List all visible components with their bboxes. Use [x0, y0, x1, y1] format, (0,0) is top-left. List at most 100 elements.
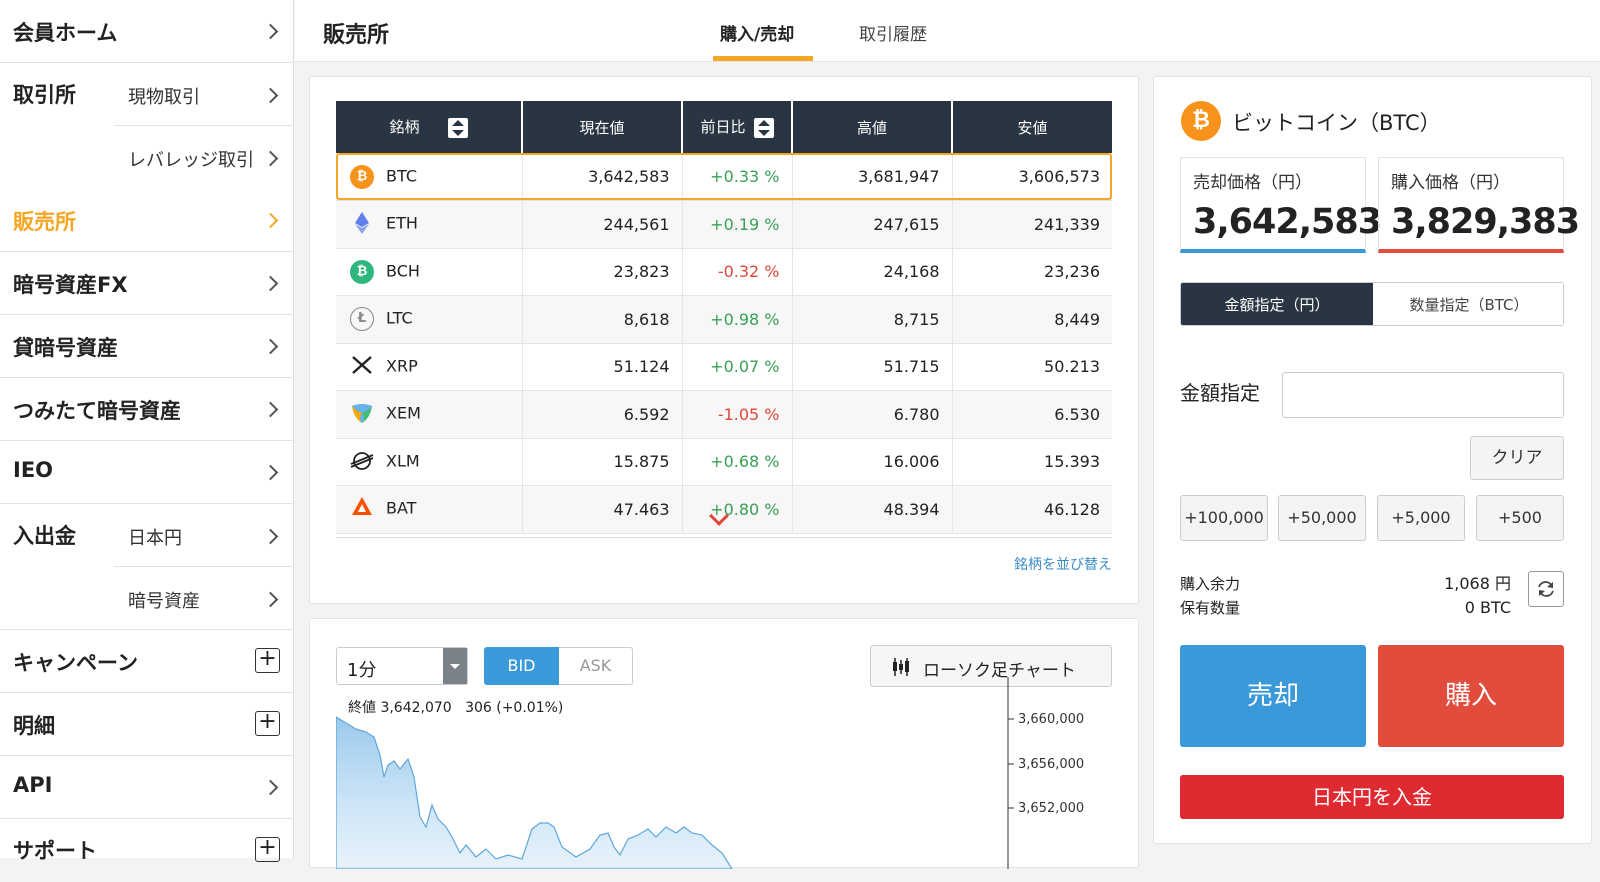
sidebar-item-member-home[interactable]: 会員ホーム	[0, 0, 294, 63]
holding-value: 0 BTC	[1464, 598, 1511, 617]
bitcoin-icon: ₿	[1181, 101, 1221, 141]
buy-button[interactable]: 購入	[1378, 645, 1564, 747]
change-cell: -1.05 %	[682, 390, 793, 439]
buy-price-label: 購入価格（円）	[1391, 173, 1510, 193]
sidebar-item-lending[interactable]: 貸暗号資産	[0, 315, 294, 378]
chevron-right-icon	[262, 591, 279, 608]
deposit-jpy-button[interactable]: 日本円を入金	[1180, 775, 1564, 819]
column-header-high: 高値	[792, 101, 953, 153]
tab-amount-jpy[interactable]: 金額指定（円）	[1181, 283, 1373, 325]
column-header-change[interactable]: 前日比	[682, 101, 793, 153]
low-cell: 50.213	[952, 343, 1112, 391]
page-title: 販売所	[323, 23, 390, 48]
tab-buy-sell[interactable]: 購入/売却	[720, 20, 794, 45]
sort-icon[interactable]	[753, 117, 774, 138]
add-500-button[interactable]: +500	[1476, 495, 1564, 541]
high-cell: 6.780	[792, 390, 953, 439]
plus-icon[interactable]: +	[255, 711, 280, 736]
table-row[interactable]: XRP 51.124 +0.07 % 51.715 50.213	[336, 343, 1112, 391]
tab-history[interactable]: 取引履歴	[859, 20, 927, 45]
low-cell: 8,449	[952, 295, 1112, 344]
sidebar-subitem-spot[interactable]: 現物取引	[114, 63, 294, 126]
sidebar-item-tsumitate[interactable]: つみたて暗号資産	[0, 378, 294, 441]
add-5000-button[interactable]: +5,000	[1377, 495, 1465, 541]
xrp-icon	[350, 355, 374, 379]
ethereum-icon	[350, 212, 374, 236]
sidebar-item-hanbaijo[interactable]: 販売所	[0, 189, 294, 252]
market-table-card: 銘柄 現在値 前日比 高値 安値 ₿ BTC 3,642,583 +0.33 % …	[309, 76, 1139, 604]
tab-quantity-btc[interactable]: 数量指定（BTC）	[1373, 283, 1563, 325]
chevron-right-icon	[262, 338, 279, 355]
sidebar-item-fx[interactable]: 暗号資産FX	[0, 252, 294, 315]
sidebar-item-ieo[interactable]: IEO	[0, 441, 294, 504]
add-100000-button[interactable]: +100,000	[1180, 495, 1268, 541]
sidebar-item-campaign[interactable]: キャンペーン +	[0, 630, 294, 693]
sidebar-item-api[interactable]: API	[0, 756, 294, 819]
change-cell: +0.80 %	[682, 485, 793, 534]
sidebar-item-label: 貸暗号資産	[13, 336, 118, 360]
column-header-price: 現在値	[522, 101, 683, 153]
high-cell: 247,615	[792, 200, 953, 249]
low-cell: 46.128	[952, 485, 1112, 534]
sidebar-subitem-label: 暗号資産	[128, 591, 200, 612]
column-header-low: 安値	[952, 101, 1112, 153]
table-row[interactable]: Ł LTC 8,618 +0.98 % 8,715 8,449	[336, 295, 1112, 344]
balance-labels: 購入余力 保有数量	[1180, 572, 1240, 620]
sidebar-group-deposit: 入出金 日本円 暗号資産	[0, 504, 294, 630]
sidebar-subitem-label: 現物取引	[128, 87, 200, 108]
available-value: 1,068 円	[1444, 574, 1511, 593]
table-row[interactable]: XLM 15.875 +0.68 % 16.006 15.393	[336, 438, 1112, 486]
top-bar: 販売所 購入/売却 取引履歴	[295, 0, 1600, 62]
chevron-right-icon	[262, 275, 279, 292]
buy-price-value: 3,829,383	[1391, 202, 1580, 242]
table-row[interactable]: XEM 6.592 -1.05 % 6.780 6.530	[336, 390, 1112, 439]
symbol-name: ETH	[386, 213, 418, 233]
price-chart: 3,660,000 3,656,000 3,652,000	[336, 677, 1084, 869]
sidebar-item-label: サポート	[13, 839, 97, 863]
sidebar-item-label: 会員ホーム	[13, 21, 118, 45]
sell-price-value: 3,642,583	[1193, 202, 1382, 242]
price-cell: 15.875	[522, 438, 683, 486]
sidebar: 会員ホーム 取引所 現物取引 レバレッジ取引 販売所 暗号資産FX 貸暗号資産 …	[0, 0, 294, 863]
change-cell: +0.07 %	[682, 343, 793, 391]
chevron-right-icon	[262, 150, 279, 167]
high-cell: 48.394	[792, 485, 953, 534]
y-tick-label: 3,660,000	[1018, 712, 1084, 727]
high-cell: 8,715	[792, 295, 953, 344]
active-tab-indicator	[713, 56, 813, 61]
sidebar-item-label: 入出金	[13, 524, 76, 548]
sidebar-subitem-jpy[interactable]: 日本円	[114, 504, 294, 567]
sidebar-item-statements[interactable]: 明細 +	[0, 693, 294, 756]
table-row[interactable]: ₿ BCH 23,823 -0.32 % 24,168 23,236	[336, 248, 1112, 296]
table-row[interactable]: BAT 47.463 +0.80 % 48.394 46.128	[336, 485, 1112, 534]
bitcoin-cash-icon: ₿	[350, 259, 374, 284]
change-cell: +0.19 %	[682, 200, 793, 249]
clear-button[interactable]: クリア	[1470, 436, 1564, 480]
price-cell: 47.463	[522, 485, 683, 534]
sidebar-subitem-label: 日本円	[128, 528, 182, 549]
add-50000-button[interactable]: +50,000	[1278, 495, 1366, 541]
sidebar-item-support[interactable]: サポート +	[0, 819, 294, 882]
sell-button[interactable]: 売却	[1180, 645, 1366, 747]
amount-input[interactable]	[1282, 372, 1564, 418]
column-header-symbol[interactable]: 銘柄	[336, 101, 523, 153]
refresh-icon	[1538, 581, 1554, 597]
sidebar-subitem-crypto[interactable]: 暗号資産	[114, 567, 294, 630]
bat-icon	[350, 497, 374, 521]
plus-icon[interactable]: +	[255, 837, 280, 862]
plus-icon[interactable]: +	[255, 648, 280, 673]
sort-icon[interactable]	[447, 117, 468, 138]
sidebar-subitem-label: レバレッジ取引	[128, 150, 254, 171]
coin-title: ビットコイン（BTC）	[1232, 111, 1441, 135]
price-chart-card: 1分 BID ASK ローソク足チャート 終値 3,642,070 306 (+…	[309, 618, 1139, 869]
low-cell: 241,339	[952, 200, 1112, 249]
high-cell: 16.006	[792, 438, 953, 486]
candlestick-icon	[893, 658, 909, 676]
table-row[interactable]: ETH 244,561 +0.19 % 247,615 241,339	[336, 200, 1112, 249]
symbol-name: XEM	[386, 403, 421, 423]
divider	[336, 537, 1112, 538]
symbol-name: BCH	[386, 261, 420, 281]
sort-symbols-link[interactable]: 銘柄を並び替え	[1014, 554, 1112, 574]
sidebar-subitem-leverage[interactable]: レバレッジ取引	[114, 126, 294, 189]
refresh-button[interactable]	[1528, 571, 1564, 607]
